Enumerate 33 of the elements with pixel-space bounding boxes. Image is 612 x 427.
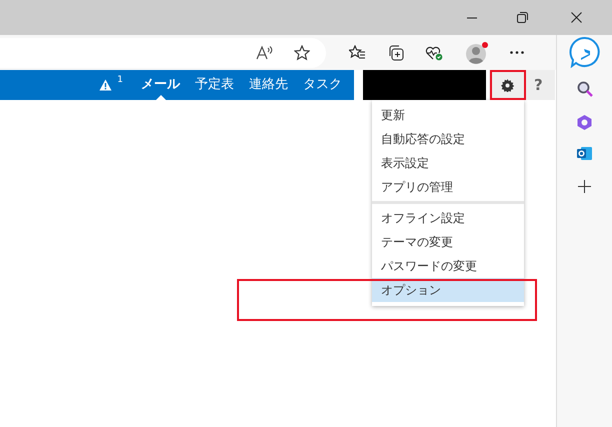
help-button[interactable]: ? [534, 74, 543, 96]
settings-icon[interactable] [501, 78, 514, 92]
nav-tab[interactable]: メール [141, 70, 180, 100]
menu-item[interactable]: オフライン設定 [372, 206, 524, 230]
nav-tab[interactable]: 予定表 [195, 70, 234, 100]
hexagon-logo-icon[interactable] [576, 114, 593, 131]
menu-item[interactable]: 更新 [372, 103, 524, 127]
favorites-icon[interactable] [349, 45, 366, 60]
star-icon[interactable] [294, 44, 310, 60]
avatar-icon[interactable] [465, 40, 489, 64]
close-icon[interactable] [571, 12, 582, 23]
menu-item[interactable]: パスワードの変更 [372, 254, 524, 278]
nav-tab[interactable]: タスク [303, 70, 342, 100]
nav-tab[interactable]: 連絡先 [249, 70, 288, 100]
warning-icon[interactable] [99, 79, 112, 91]
read-aloud-icon[interactable] [256, 44, 274, 60]
search-icon[interactable] [576, 81, 592, 97]
menu-item[interactable]: 表示設定 [372, 151, 524, 175]
highlight-frame [490, 70, 526, 100]
menu-item[interactable]: アプリの管理 [372, 175, 524, 199]
menu-item[interactable]: 自動応答の設定 [372, 127, 524, 151]
heart-icon[interactable] [425, 44, 443, 60]
menu-item[interactable]: テーマの変更 [372, 230, 524, 254]
menu-item[interactable]: オプション [372, 278, 524, 302]
chat-bubble-icon[interactable] [568, 36, 600, 68]
address-field[interactable] [0, 38, 326, 68]
alert-count: 1 [117, 74, 123, 88]
restore-icon[interactable] [517, 12, 528, 23]
mail-app-icon[interactable] [576, 145, 593, 162]
collections-icon[interactable] [388, 44, 404, 60]
add-icon[interactable] [578, 180, 591, 193]
more-icon[interactable] [510, 51, 524, 54]
minimize-icon[interactable] [467, 16, 477, 18]
